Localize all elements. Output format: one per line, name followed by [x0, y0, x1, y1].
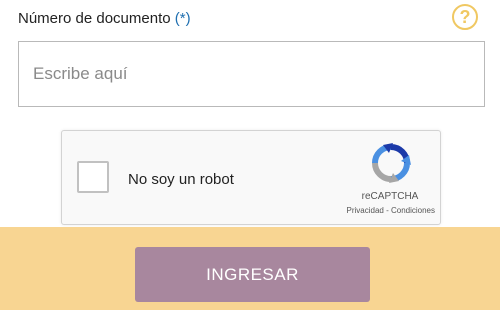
required-marker: (*)	[174, 10, 191, 27]
recaptcha-brand: reCAPTCHA	[361, 191, 419, 202]
document-number-label: Número de documento (*)	[18, 10, 191, 27]
submit-button[interactable]: INGRESAR	[135, 247, 370, 302]
terms-link[interactable]: Condiciones	[391, 206, 435, 215]
help-icon[interactable]: ?	[452, 4, 478, 30]
document-number-input[interactable]	[18, 41, 485, 107]
privacy-link[interactable]: Privacidad	[347, 206, 384, 215]
recaptcha-logo-icon	[372, 143, 411, 183]
help-icon-glyph: ?	[459, 6, 471, 27]
recaptcha-widget: No soy un robot reCAPTCHA Privacidad - C…	[61, 130, 441, 225]
links-separator: -	[383, 206, 391, 215]
recaptcha-links: Privacidad - Condiciones	[307, 206, 436, 215]
footer-bar: INGRESAR	[0, 227, 500, 310]
captcha-label: No soy un robot	[128, 171, 234, 188]
field-label: Número de documento	[18, 10, 171, 27]
captcha-checkbox[interactable]	[77, 161, 109, 193]
